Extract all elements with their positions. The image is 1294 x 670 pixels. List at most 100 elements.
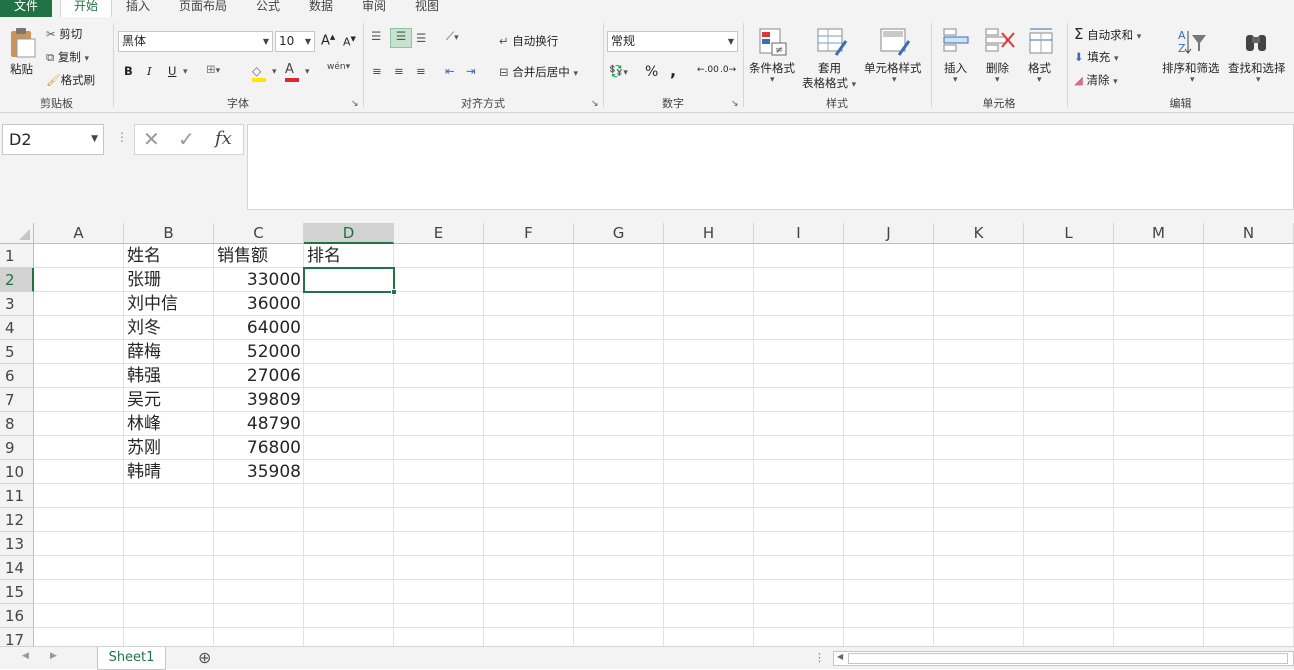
shrink-font-button[interactable]: A▼ (343, 35, 356, 49)
cell-sales[interactable]: 52000 (214, 340, 304, 364)
grid-cell[interactable] (934, 628, 1024, 646)
grid-cell[interactable] (1024, 628, 1114, 646)
grid-cell[interactable] (1204, 508, 1294, 532)
grid-cell[interactable] (574, 556, 664, 580)
increase-decimal-button[interactable]: ←.00 (697, 65, 719, 75)
grid-cell[interactable] (1114, 244, 1204, 268)
formula-input[interactable] (247, 124, 1294, 210)
cell-sales[interactable]: 33000 (214, 268, 304, 292)
row-header[interactable]: 5 (0, 340, 34, 364)
grid-cell[interactable] (304, 388, 394, 412)
grid-cell[interactable] (34, 580, 124, 604)
grid-cell[interactable] (1114, 556, 1204, 580)
number-format-select[interactable]: 常规 ▼ (607, 31, 738, 52)
font-name-select[interactable]: 黑体 ▼ (118, 31, 273, 52)
grid-cell[interactable] (664, 388, 754, 412)
grid-cell[interactable] (394, 460, 484, 484)
phonetic-button[interactable]: wén▾ (327, 62, 350, 72)
cell-sales[interactable]: 36000 (214, 292, 304, 316)
grid-cell[interactable] (1114, 508, 1204, 532)
grid-cell[interactable] (844, 460, 934, 484)
cell-name[interactable]: 苏刚 (124, 436, 214, 460)
grid-cell[interactable] (484, 460, 574, 484)
clear-button[interactable]: ◢ 清除 ▾ (1074, 72, 1118, 88)
grid-cell[interactable] (124, 532, 214, 556)
grid-cell[interactable] (34, 268, 124, 292)
grid-cell[interactable] (1114, 460, 1204, 484)
grid-cell[interactable] (844, 316, 934, 340)
font-color-button[interactable]: A (285, 62, 303, 82)
grid-cell[interactable] (574, 484, 664, 508)
column-header-d[interactable]: D (304, 223, 394, 244)
cell-c1[interactable]: 销售额 (214, 244, 304, 268)
grid-cell[interactable] (484, 604, 574, 628)
grid-cell[interactable] (1024, 532, 1114, 556)
paste-button[interactable]: 粘贴 (5, 25, 39, 81)
grid-cell[interactable] (394, 412, 484, 436)
grid-cell[interactable] (844, 556, 934, 580)
grid-cell[interactable] (754, 244, 844, 268)
grid-cell[interactable] (394, 268, 484, 292)
formula-bar-splitter[interactable]: ⋮ (116, 130, 128, 144)
grid-cell[interactable] (484, 268, 574, 292)
grid-cell[interactable] (1204, 484, 1294, 508)
grid-cell[interactable] (664, 508, 754, 532)
italic-button[interactable]: I (147, 64, 152, 78)
grid-cell[interactable] (304, 292, 394, 316)
grid-cell[interactable] (1114, 268, 1204, 292)
cell-sales[interactable]: 35908 (214, 460, 304, 484)
grid-cell[interactable] (664, 412, 754, 436)
grid-cell[interactable] (304, 316, 394, 340)
grid-cell[interactable] (484, 508, 574, 532)
enter-icon[interactable]: ✓ (178, 127, 195, 151)
fill-color-dropdown[interactable]: ▾ (272, 67, 277, 77)
grid-cell[interactable] (34, 316, 124, 340)
cell-sales[interactable]: 76800 (214, 436, 304, 460)
grid-cell[interactable] (664, 484, 754, 508)
grid-cell[interactable] (124, 580, 214, 604)
grid-cell[interactable] (664, 364, 754, 388)
grid-cell[interactable] (304, 460, 394, 484)
grid-cell[interactable] (1024, 364, 1114, 388)
grid-cell[interactable] (1114, 604, 1204, 628)
cell-name[interactable]: 韩晴 (124, 460, 214, 484)
grid-cell[interactable] (934, 508, 1024, 532)
align-middle-button[interactable]: ☰ (390, 28, 412, 48)
grid-cell[interactable] (34, 436, 124, 460)
grid-cell[interactable] (574, 508, 664, 532)
row-header[interactable]: 3 (0, 292, 34, 316)
row-header[interactable]: 4 (0, 316, 34, 340)
grid-cell[interactable] (484, 388, 574, 412)
tab-splitter-icon[interactable]: ⋮ (814, 651, 825, 664)
grid-cell[interactable] (1024, 412, 1114, 436)
grid-cell[interactable] (574, 316, 664, 340)
fill-handle[interactable] (391, 289, 397, 295)
grid-cell[interactable] (934, 580, 1024, 604)
grid-cell[interactable] (484, 556, 574, 580)
grid-cell[interactable] (304, 436, 394, 460)
grid-cell[interactable] (214, 628, 304, 646)
grid-cell[interactable] (844, 508, 934, 532)
horizontal-scrollbar[interactable]: ◀ (833, 651, 1294, 666)
sheet-tab-sheet1[interactable]: Sheet1 (97, 647, 166, 670)
grid-cell[interactable] (574, 340, 664, 364)
decrease-decimal-button[interactable]: .0→ (720, 65, 736, 75)
grid-cell[interactable] (934, 340, 1024, 364)
column-header-n[interactable]: N (1204, 223, 1294, 244)
grid-cell[interactable] (34, 484, 124, 508)
tab-insert[interactable]: 插入 (120, 0, 156, 17)
grid-cell[interactable] (1024, 316, 1114, 340)
row-header[interactable]: 16 (0, 604, 34, 628)
grid-cell[interactable] (1204, 532, 1294, 556)
grid-cell[interactable] (1114, 580, 1204, 604)
grid-cell[interactable] (484, 340, 574, 364)
grid-cell[interactable] (1204, 292, 1294, 316)
grid-cell[interactable] (844, 244, 934, 268)
grid-cell[interactable] (1114, 628, 1204, 646)
grid-cell[interactable] (1024, 508, 1114, 532)
bold-button[interactable]: B (124, 64, 133, 78)
grid-cell[interactable] (304, 508, 394, 532)
underline-button[interactable]: U (168, 64, 176, 78)
grid-cell[interactable] (1114, 532, 1204, 556)
grid-cell[interactable] (934, 388, 1024, 412)
